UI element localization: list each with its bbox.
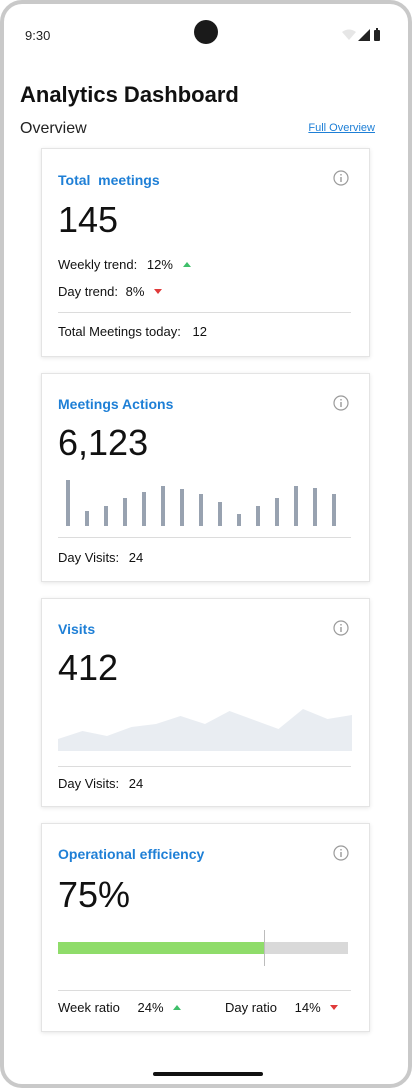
bar xyxy=(256,506,260,526)
app-title: Analytics Dashboard xyxy=(20,82,239,107)
day-visits-label: Day Visits: xyxy=(58,776,120,791)
visits-value: 412 xyxy=(58,647,119,688)
week-ratio-label: Week ratio xyxy=(58,1000,120,1015)
card-title: Visits xyxy=(58,621,96,637)
status-icons xyxy=(342,28,380,41)
trend-up-icon xyxy=(182,262,191,267)
divider xyxy=(58,766,351,767)
trend-down-icon xyxy=(154,289,163,294)
bar xyxy=(161,486,165,526)
info-icon[interactable] xyxy=(333,395,349,411)
day-visits-value: 24 xyxy=(128,550,144,565)
card-title: Total meetings xyxy=(58,172,160,188)
week-ratio-value: 24% xyxy=(137,1000,164,1015)
operational-efficiency-card: Operational efficiency 75% Week ratio 24… xyxy=(41,823,370,1032)
bar xyxy=(275,498,279,526)
day-ratio-value: 14% xyxy=(294,1000,321,1015)
bar xyxy=(237,514,241,526)
info-icon[interactable] xyxy=(333,170,349,186)
trend-down-icon xyxy=(330,1005,339,1010)
day-trend: Day trend: 8% xyxy=(58,284,163,299)
weekly-trend-label: Weekly trend: xyxy=(58,257,138,272)
bar xyxy=(104,506,108,526)
bar xyxy=(294,486,298,526)
camera-cutout xyxy=(194,20,218,44)
meetings-actions-value: 6,123 xyxy=(58,422,149,463)
card-title: Meetings Actions xyxy=(58,396,174,412)
week-ratio: Week ratio 24% xyxy=(58,1000,182,1015)
day-trend-label: Day trend: xyxy=(58,284,118,299)
day-visits-value: 24 xyxy=(128,776,144,791)
bar xyxy=(332,494,336,526)
signal-icon xyxy=(358,29,370,41)
info-icon[interactable] xyxy=(333,620,349,636)
meetings-actions-card: Meetings Actions 6,123 Day Visits: 24 xyxy=(41,373,370,582)
meetings-today-value: 12 xyxy=(192,324,207,339)
meetings-total-value: 145 xyxy=(58,199,119,240)
divider xyxy=(58,312,351,313)
day-ratio-label: Day ratio xyxy=(225,1000,278,1015)
visits-area xyxy=(58,709,352,751)
weekly-trend-value: 12% xyxy=(146,257,173,272)
full-overview-link[interactable]: Full Overview xyxy=(308,122,375,134)
meetings-today: Total Meetings today: 12 xyxy=(58,324,207,339)
efficiency-value: 75% xyxy=(58,874,131,915)
battery-icon xyxy=(374,30,380,41)
total-meetings-card: Total meetings 145 Weekly trend: 12% Day… xyxy=(41,148,370,357)
meetings-today-label: Total Meetings today: xyxy=(58,324,181,339)
divider xyxy=(58,990,351,991)
bar xyxy=(123,498,127,526)
day-visits: Day Visits: 24 xyxy=(58,776,143,791)
info-icon[interactable] xyxy=(333,845,349,861)
card-title: Operational efficiency xyxy=(58,846,205,862)
bar xyxy=(142,492,146,526)
day-trend-value: 8% xyxy=(125,284,145,299)
wifi-icon xyxy=(342,29,356,40)
weekly-trend: Weekly trend: 12% xyxy=(58,257,191,272)
visits-area-chart xyxy=(58,709,352,751)
efficiency-target-marker xyxy=(263,930,265,966)
efficiency-progress-fill xyxy=(58,942,264,954)
day-visits-label: Day Visits: xyxy=(58,550,120,565)
section-title: Overview xyxy=(20,120,87,137)
bar xyxy=(66,480,70,526)
day-visits: Day Visits: 24 xyxy=(58,550,143,565)
divider xyxy=(58,537,351,538)
home-indicator[interactable] xyxy=(153,1072,263,1076)
status-time: 9:30 xyxy=(25,28,51,43)
bar xyxy=(218,502,222,526)
bar xyxy=(313,488,317,526)
phone-frame: 9:30 Analytics Dashboard Overview Full O… xyxy=(0,0,412,1088)
day-ratio: Day ratio 14% xyxy=(225,1000,339,1015)
trend-up-icon xyxy=(173,1005,182,1010)
visits-card: Visits 412 Day Visits: 24 xyxy=(41,598,370,807)
bar xyxy=(85,511,89,526)
actions-bar-chart xyxy=(66,480,336,526)
bar xyxy=(199,494,203,526)
status-bar: 9:30 xyxy=(4,4,408,64)
efficiency-progress-bar xyxy=(58,930,348,966)
bar xyxy=(180,489,184,526)
